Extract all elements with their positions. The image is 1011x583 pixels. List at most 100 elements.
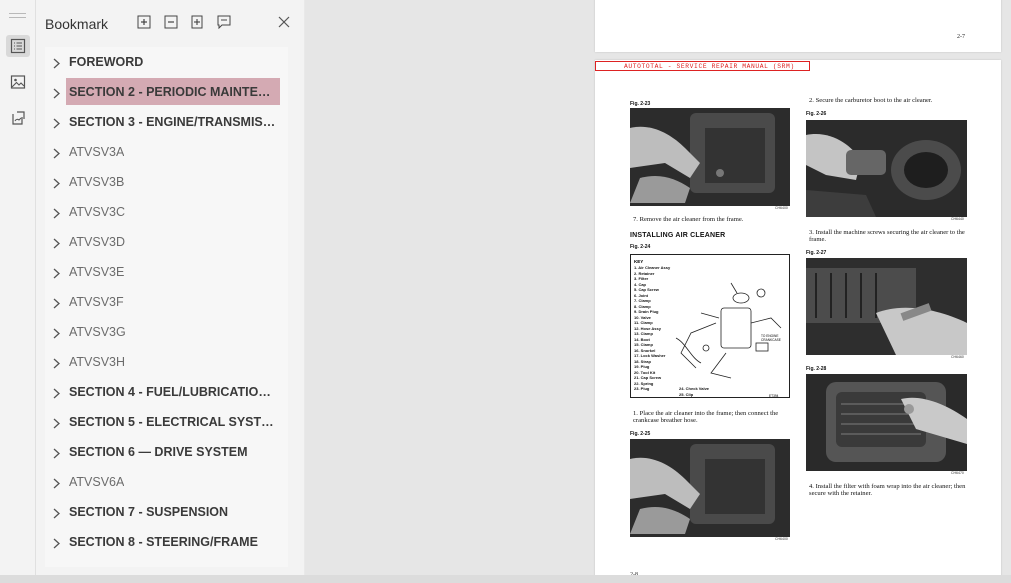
bookmark-label-wrap[interactable]: ATVSV3D	[66, 228, 280, 255]
chevron-right-icon[interactable]	[51, 536, 61, 549]
exploded-diagram: KEY 1. Air Cleaner Assy 2. Retainer 3. Fil…	[630, 254, 790, 398]
key-list: 1. Air Cleaner Assy 2. Retainer 3. Filter 4…	[634, 265, 670, 392]
diagram-code: ET394	[769, 394, 779, 398]
bookmark-label-wrap[interactable]: ATVSV3H	[66, 348, 280, 375]
bookmark-panel-icon[interactable]	[6, 35, 30, 57]
rail-grip	[9, 13, 26, 14]
chevron-right-icon[interactable]	[51, 386, 61, 399]
attachments-icon[interactable]	[6, 107, 30, 129]
photo-code: CH6440	[951, 217, 964, 221]
bookmark-label-wrap[interactable]: ATVSV3B	[66, 168, 280, 195]
chevron-right-icon[interactable]	[51, 296, 61, 309]
chevron-right-icon[interactable]	[51, 86, 61, 99]
key-list-secondary: 24. Check Valve 25. Clip	[679, 386, 709, 397]
section-heading: INSTALLING AIR CLEANER	[630, 232, 726, 239]
bookmark-label-wrap[interactable]: FOREWORD	[66, 48, 280, 75]
chevron-right-icon[interactable]	[51, 446, 61, 459]
bookmark-label: ATVSV3B	[69, 174, 125, 189]
bookmark-item[interactable]: ATVSV6A	[45, 468, 288, 495]
banner-text: AUTOTOTAL - SERVICE REPAIR MANUAL (SRM)	[624, 63, 795, 70]
bookmark-item[interactable]: ATVSV3A	[45, 138, 288, 165]
panel-header: Bookmark	[36, 0, 304, 44]
chevron-right-icon[interactable]	[51, 176, 61, 189]
photo-code: CH6460	[951, 355, 964, 359]
bookmark-item[interactable]: ATVSV3H	[45, 348, 288, 375]
bookmark-label: ATVSV3D	[69, 234, 126, 249]
bookmark-item[interactable]: SECTION 4 - FUEL/LUBRICATION/COOLING	[45, 378, 288, 405]
bookmark-item[interactable]: FOREWORD	[45, 48, 288, 75]
bookmark-item[interactable]: ATVSV3G	[45, 318, 288, 345]
bookmark-label-wrap[interactable]: ATVSV3C	[66, 198, 280, 225]
fig-label: Fig. 2-27	[806, 250, 827, 256]
bookmark-label-wrap[interactable]: SECTION 4 - FUEL/LUBRICATION/COOLING	[66, 378, 280, 405]
photo-code: CH6400	[775, 537, 788, 541]
parts-drawing	[675, 282, 782, 379]
page-current: AUTOTOTAL - SERVICE REPAIR MANUAL (SRM) …	[595, 60, 1001, 583]
bookmark-label-wrap[interactable]: SECTION 3 - ENGINE/TRANSMISSION	[66, 108, 280, 135]
bookmark-label-wrap[interactable]: SECTION 2 - PERIODIC MAINTENANCE	[66, 78, 280, 105]
chevron-right-icon[interactable]	[51, 56, 61, 69]
fig-label: Fig. 2-25	[630, 431, 651, 437]
bookmark-label-wrap[interactable]: ATVSV6A	[66, 468, 280, 495]
add-child-bookmark-icon[interactable]	[189, 14, 205, 30]
bookmark-label-wrap[interactable]: ATVSV3E	[66, 258, 280, 285]
bookmark-item[interactable]: SECTION 5 - ELECTRICAL SYSTEM	[45, 408, 288, 435]
photo-fig-2-27	[806, 258, 967, 355]
bookmark-label: SECTION 5 - ELECTRICAL SYSTEM	[69, 414, 279, 429]
add-bookmark-icon[interactable]	[136, 14, 152, 30]
photo-fig-2-28	[806, 374, 967, 471]
bookmark-label-wrap[interactable]: ATVSV3A	[66, 138, 280, 165]
key-title: KEY	[634, 259, 644, 264]
step-4: 4. Install the filter with foam wrap int…	[809, 483, 966, 498]
bookmark-item[interactable]: SECTION 7 - SUSPENSION	[45, 498, 288, 525]
bookmark-item[interactable]: ATVSV3B	[45, 168, 288, 195]
photo-fig-2-23	[630, 108, 790, 206]
bookmark-properties-icon[interactable]	[216, 14, 232, 30]
bookmark-label-wrap[interactable]: SECTION 7 - SUSPENSION	[66, 498, 280, 525]
chevron-right-icon[interactable]	[51, 326, 61, 339]
bookmark-label-wrap[interactable]: SECTION 8 - STEERING/FRAME	[66, 528, 280, 555]
chevron-right-icon[interactable]	[51, 116, 61, 129]
bookmark-label-wrap[interactable]: ATVSV3G	[66, 318, 280, 345]
bookmark-item[interactable]: ATVSV3E	[45, 258, 288, 285]
chevron-right-icon[interactable]	[51, 206, 61, 219]
step-2: 2. Secure the carburetor boot to the air…	[809, 97, 933, 104]
page-number: 2-7	[957, 34, 965, 40]
chevron-right-icon[interactable]	[51, 146, 61, 159]
panel-title: Bookmark	[45, 16, 109, 32]
bookmark-tree: FOREWORD SECTION 2 - PERIODIC MAINTENANCE…	[45, 47, 288, 567]
bookmark-label: SECTION 7 - SUSPENSION	[69, 504, 229, 519]
page-top: 2-7	[595, 0, 1001, 52]
bookmark-item[interactable]: SECTION 8 - STEERING/FRAME	[45, 528, 288, 555]
bookmark-item[interactable]: SECTION 2 - PERIODIC MAINTENANCE	[45, 78, 288, 105]
step-3: 3. Install the machine screws securing t…	[809, 229, 965, 244]
close-icon[interactable]	[276, 14, 292, 30]
chevron-right-icon[interactable]	[51, 236, 61, 249]
bookmark-label: ATVSV3A	[69, 144, 125, 159]
chevron-right-icon[interactable]	[51, 416, 61, 429]
photo-fig-2-26	[806, 120, 967, 217]
document-viewer[interactable]: 2-7 AUTOTOTAL - SERVICE REPAIR MANUAL (S…	[305, 0, 1011, 583]
bookmark-item[interactable]: SECTION 6 — DRIVE SYSTEM	[45, 438, 288, 465]
bookmark-label: SECTION 4 - FUEL/LUBRICATION/COOLING	[69, 384, 279, 399]
bookmark-item[interactable]: ATVSV3C	[45, 198, 288, 225]
bookmark-label-wrap[interactable]: SECTION 6 — DRIVE SYSTEM	[66, 438, 280, 465]
bookmark-label: SECTION 6 — DRIVE SYSTEM	[69, 444, 248, 459]
bookmark-label-wrap[interactable]: SECTION 5 - ELECTRICAL SYSTEM	[66, 408, 280, 435]
key-item: 1. Air Cleaner Assy	[634, 265, 671, 270]
bookmark-label: SECTION 8 - STEERING/FRAME	[69, 534, 258, 549]
bookmark-item[interactable]: ATVSV3D	[45, 228, 288, 255]
photo-fig-2-25	[630, 439, 790, 537]
chevron-right-icon[interactable]	[51, 356, 61, 369]
bookmark-item[interactable]: ATVSV3F	[45, 288, 288, 315]
bookmark-item[interactable]: SECTION 3 - ENGINE/TRANSMISSION	[45, 108, 288, 135]
key-item: 25. Clip	[679, 391, 694, 397]
side-rail	[0, 0, 36, 583]
bookmark-label-wrap[interactable]: ATVSV3F	[66, 288, 280, 315]
thumbnails-icon[interactable]	[6, 71, 30, 93]
chevron-right-icon[interactable]	[51, 476, 61, 489]
fig-label: Fig. 2-28	[806, 366, 827, 372]
chevron-right-icon[interactable]	[51, 506, 61, 519]
collapse-bookmarks-icon[interactable]	[163, 14, 179, 30]
chevron-right-icon[interactable]	[51, 266, 61, 279]
